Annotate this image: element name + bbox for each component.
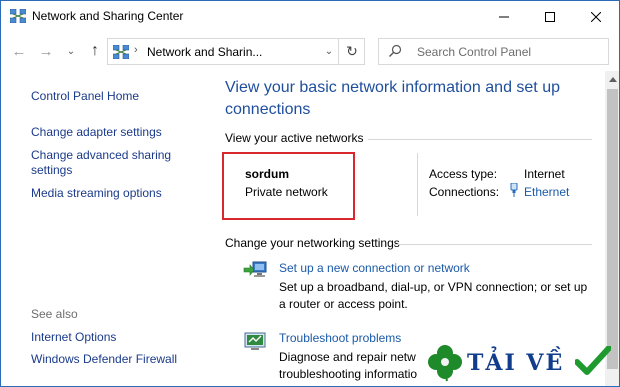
connections-label: Connections: <box>429 185 500 199</box>
setup-connection-description: Set up a broadband, dial-up, or VPN conn… <box>279 280 588 311</box>
chevron-down-icon: ⌄ <box>324 46 334 57</box>
see-also-windows-defender-firewall[interactable]: Windows Defender Firewall <box>31 352 191 367</box>
maximize-icon <box>545 11 555 22</box>
forward-button[interactable]: → <box>36 41 56 61</box>
up-arrow-icon: ↑ <box>91 42 99 59</box>
divider <box>417 153 418 216</box>
search-box[interactable] <box>378 38 609 65</box>
address-dropdown-button[interactable]: ⌄ <box>320 39 338 64</box>
troubleshoot-link[interactable]: Troubleshoot problems <box>279 331 401 345</box>
window: Network and Sharing Center ← → ⌄ ↑ › Net… <box>0 0 620 387</box>
forward-arrow-icon: → <box>38 42 54 60</box>
troubleshoot-icon <box>244 332 266 350</box>
sidebar-item-change-advanced-sharing-settings[interactable]: Change advanced sharing settings <box>31 148 181 178</box>
breadcrumb[interactable]: Network and Sharin... <box>147 45 262 59</box>
network-name: sordum <box>245 167 290 181</box>
network-center-icon <box>10 9 26 23</box>
sidebar-item-change-adapter-settings[interactable]: Change adapter settings <box>31 125 191 140</box>
checkmark-icon <box>575 346 611 375</box>
access-type-value: Internet <box>524 167 565 181</box>
maximize-button[interactable] <box>527 1 573 32</box>
recent-locations-button[interactable]: ⌄ <box>61 41 81 61</box>
watermark-text: TẢI VỀ <box>467 350 565 376</box>
network-center-icon <box>113 45 129 59</box>
up-button[interactable]: ↑ <box>85 41 105 61</box>
see-also-internet-options[interactable]: Internet Options <box>31 330 191 345</box>
ethernet-icon <box>510 183 518 197</box>
page-title: View your basic network information and … <box>225 79 560 118</box>
network-category: Private network <box>245 185 328 199</box>
divider <box>393 244 592 245</box>
navigation-bar: ← → ⌄ ↑ › Network and Sharin... ⌄ ↻ Sear… <box>1 34 619 70</box>
active-networks-heading: View your active networks <box>225 131 364 145</box>
sidebar: Control Panel Home Change adapter settin… <box>1 71 211 386</box>
main-content: View your basic network information and … <box>211 71 606 386</box>
minimize-button[interactable] <box>481 1 527 32</box>
clover-logo-icon <box>428 345 462 382</box>
back-arrow-icon: ← <box>11 42 27 60</box>
title-bar: Network and Sharing Center <box>1 1 619 32</box>
chevron-down-icon: ⌄ <box>66 45 76 57</box>
refresh-button[interactable]: ↻ <box>338 39 365 64</box>
breadcrumb-chevron-icon[interactable]: › <box>134 44 138 56</box>
minimize-icon <box>499 16 509 17</box>
watermark: TẢI VỀ <box>425 342 615 382</box>
close-icon <box>591 11 601 22</box>
see-also-heading: See also <box>31 307 78 321</box>
caret-up-icon <box>608 76 617 82</box>
sidebar-item-control-panel-home[interactable]: Control Panel Home <box>31 89 191 104</box>
vertical-scrollbar[interactable] <box>605 71 619 386</box>
divider <box>368 139 592 140</box>
access-type-label: Access type: <box>429 167 498 181</box>
close-button[interactable] <box>573 1 619 32</box>
back-button[interactable]: ← <box>9 41 29 61</box>
search-input[interactable] <box>417 43 602 61</box>
refresh-icon: ↻ <box>346 43 358 59</box>
address-bar[interactable]: › Network and Sharin... ⌄ ↻ <box>107 38 365 65</box>
ethernet-link[interactable]: Ethernet <box>524 185 569 199</box>
network-setup-icon <box>243 261 267 277</box>
window-title: Network and Sharing Center <box>32 9 184 23</box>
troubleshoot-description: Diagnose and repair netw troubleshooting… <box>279 350 418 381</box>
setup-connection-link[interactable]: Set up a new connection or network <box>279 261 470 275</box>
scroll-thumb[interactable] <box>607 89 618 369</box>
search-icon <box>389 44 402 57</box>
change-settings-heading: Change your networking settings <box>225 236 400 250</box>
scroll-up-button[interactable] <box>605 71 619 87</box>
sidebar-item-media-streaming-options[interactable]: Media streaming options <box>31 186 191 201</box>
